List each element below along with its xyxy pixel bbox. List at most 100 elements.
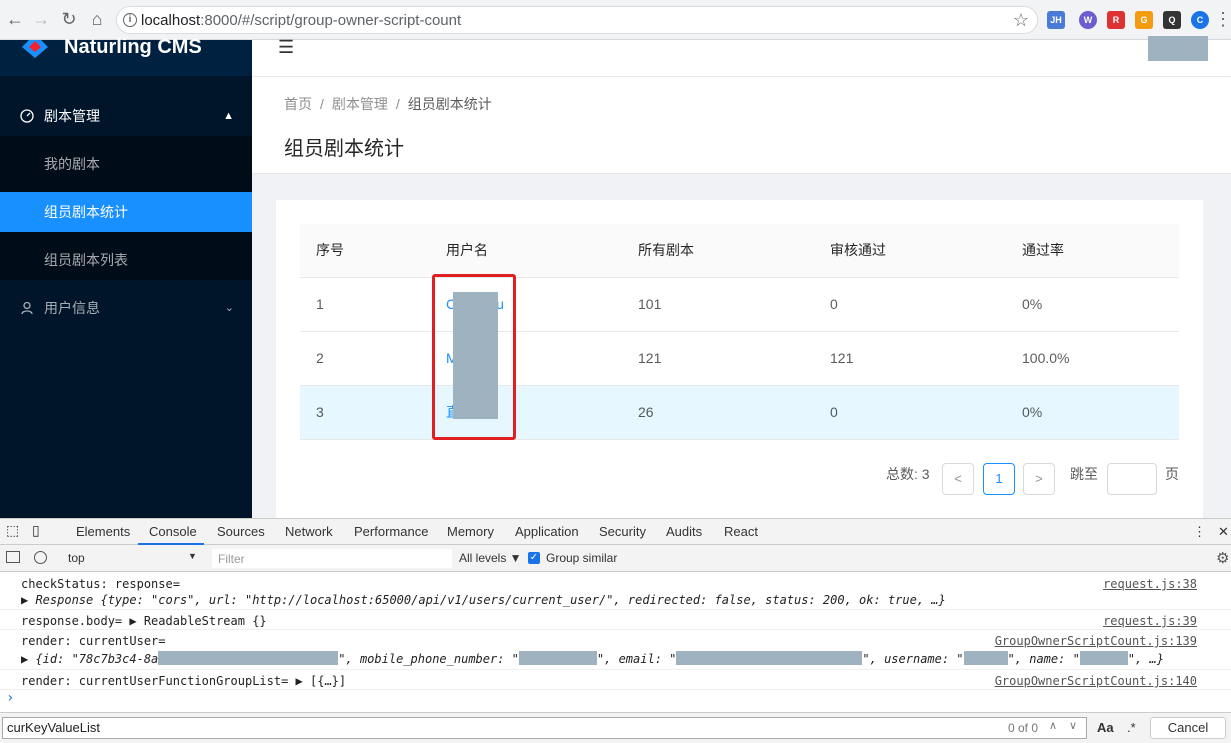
cancel-button[interactable]: Cancel: [1150, 717, 1226, 739]
total-label: 总数: 3: [886, 466, 930, 482]
console-output: checkStatus: response= request.js:38 ▶ R…: [0, 572, 1231, 712]
forward-icon[interactable]: →: [30, 8, 52, 30]
device-toggle-icon[interactable]: ▯: [32, 522, 40, 539]
avatar[interactable]: [1148, 36, 1208, 61]
jump-page-input[interactable]: [1107, 463, 1157, 495]
extension-r-icon[interactable]: R: [1107, 11, 1125, 29]
tab-react[interactable]: React: [724, 524, 758, 539]
column-header: 所有剧本: [622, 224, 814, 278]
tab-performance[interactable]: Performance: [354, 524, 428, 539]
top-header: ☰: [252, 36, 1231, 76]
pass-rate: 0%: [1006, 385, 1179, 440]
context-select[interactable]: top: [68, 551, 85, 565]
sidebar-toggle-icon[interactable]: [6, 551, 20, 563]
log-source-link[interactable]: request.js:39: [1103, 614, 1197, 628]
highlight-box: [432, 274, 516, 440]
breadcrumb-section[interactable]: 剧本管理: [332, 96, 388, 112]
page-title: 组员剧本统计: [284, 138, 404, 160]
page-unit-label: 页: [1165, 466, 1179, 482]
log-entry: render: currentUserFunctionGroupList= ▶ …: [0, 670, 1231, 690]
clear-console-icon[interactable]: [34, 551, 47, 564]
next-page-button[interactable]: >: [1023, 463, 1055, 495]
menu-dots-icon[interactable]: ⋮: [1212, 8, 1231, 30]
match-case-button[interactable]: Aa: [1097, 720, 1114, 735]
prev-page-button[interactable]: <: [942, 463, 974, 495]
logo-icon: [22, 40, 48, 58]
pass-rate: 0%: [1006, 277, 1179, 332]
sidebar-item-my-scripts[interactable]: 我的剧本: [0, 144, 252, 184]
browser-toolbar: ← → ↻ ⌂ i localhost:8000/#/script/group-…: [0, 0, 1231, 40]
sidebar-item-label: 我的剧本: [44, 156, 100, 172]
close-devtools-icon[interactable]: ✕: [1218, 524, 1229, 540]
address-bar[interactable]: i localhost:8000/#/script/group-owner-sc…: [116, 6, 1038, 34]
tab-sources[interactable]: Sources: [217, 524, 265, 539]
console-prompt[interactable]: ›: [6, 690, 14, 706]
log-object[interactable]: ▶ {id: "78c7b3c4-8a ", mobile_phone_numbe…: [21, 651, 1164, 666]
sidebar-item-group-script-count[interactable]: 组员剧本统计: [0, 192, 252, 232]
log-text: render: currentUser=: [21, 634, 166, 648]
info-icon[interactable]: i: [123, 13, 137, 27]
extension-w-icon[interactable]: W: [1079, 11, 1097, 29]
table-header-row: 序号 用户名 所有剧本 审核通过 通过率: [300, 224, 1179, 278]
row-number: 3: [300, 385, 430, 440]
reload-icon[interactable]: ↻: [58, 8, 80, 30]
breadcrumb: 首页 / 剧本管理 / 组员剧本统计: [284, 96, 492, 112]
column-header: 用户名: [430, 224, 622, 278]
log-text: response.body= ▶ ReadableStream {}: [21, 614, 267, 628]
log-entry: render: currentUser= GroupOwnerScriptCou…: [0, 630, 1231, 670]
breadcrumb-home[interactable]: 首页: [284, 96, 312, 112]
log-source-link[interactable]: GroupOwnerScriptCount.js:139: [995, 634, 1197, 648]
extension-qr-icon[interactable]: Q: [1163, 11, 1181, 29]
inspect-icon[interactable]: ⬚: [6, 522, 19, 539]
group-similar-checkbox[interactable]: ✓: [528, 552, 540, 564]
tab-memory[interactable]: Memory: [447, 524, 494, 539]
find-prev-icon[interactable]: ∧: [1049, 719, 1057, 732]
tab-application[interactable]: Application: [515, 524, 579, 539]
passed-scripts: 0: [814, 277, 1006, 332]
row-number: 2: [300, 331, 430, 386]
column-header: 审核通过: [814, 224, 1006, 278]
tab-security[interactable]: Security: [599, 524, 646, 539]
log-levels-select[interactable]: All levels ▼: [459, 551, 522, 565]
extension-c-icon[interactable]: C: [1191, 11, 1209, 29]
console-settings-icon[interactable]: ⚙: [1216, 549, 1229, 567]
page-1-button[interactable]: 1: [983, 463, 1015, 495]
group-similar-label: Group similar: [546, 551, 618, 565]
sidebar-item-script-management[interactable]: 剧本管理 ▲: [0, 96, 252, 136]
find-next-icon[interactable]: ∨: [1069, 719, 1077, 732]
chevron-down-icon: ▼: [188, 551, 197, 561]
row-number: 1: [300, 277, 430, 332]
regex-button[interactable]: .*: [1127, 720, 1136, 735]
sidebar: Naturling CMS 剧本管理 ▲ 我的剧本 组员剧本统计 组员剧本列表 …: [0, 36, 252, 518]
bookmark-star-icon[interactable]: ☆: [1013, 10, 1029, 31]
total-scripts: 121: [622, 331, 814, 386]
extension-jh-icon[interactable]: JH: [1047, 11, 1065, 29]
tab-audits[interactable]: Audits: [666, 524, 702, 539]
main-content: ☰ 首页 / 剧本管理 / 组员剧本统计 组员剧本统计 序号 用户名 所有剧本 审核通过…: [252, 36, 1231, 518]
home-icon[interactable]: ⌂: [86, 8, 108, 30]
find-input[interactable]: curKeyValueList: [2, 717, 1087, 739]
console-toolbar: top ▼ Filter All levels ▼ ✓ Group simila…: [0, 545, 1231, 572]
log-entry: checkStatus: response= request.js:38 ▶ R…: [0, 572, 1231, 610]
column-header: 序号: [300, 224, 430, 278]
tab-network[interactable]: Network: [285, 524, 333, 539]
sidebar-item-user-info[interactable]: 用户信息 ⌄: [0, 288, 252, 328]
logo-area: Naturling CMS: [0, 36, 252, 76]
console-filter-input[interactable]: Filter: [212, 549, 452, 568]
devtools-menu-icon[interactable]: ⋮: [1193, 524, 1206, 540]
back-icon[interactable]: ←: [4, 8, 26, 30]
log-object[interactable]: ▶ Response {type: "cors", url: "http://l…: [21, 593, 946, 607]
log-source-link[interactable]: request.js:38: [1103, 577, 1197, 591]
sidebar-item-group-script-list[interactable]: 组员剧本列表: [0, 240, 252, 280]
menu-fold-icon[interactable]: ☰: [278, 37, 294, 58]
total-scripts: 26: [622, 385, 814, 440]
table-card: 序号 用户名 所有剧本 审核通过 通过率 1 Cu 101 0 0% 2 M 1…: [276, 200, 1203, 518]
log-source-link[interactable]: GroupOwnerScriptCount.js:140: [995, 674, 1197, 688]
breadcrumb-current: 组员剧本统计: [407, 96, 492, 112]
tab-elements[interactable]: Elements: [76, 524, 130, 539]
extension-g-icon[interactable]: G: [1135, 11, 1153, 29]
find-bar: curKeyValueList 0 of 0 ∧ ∨ Aa .* Cancel: [0, 712, 1231, 743]
tab-console[interactable]: Console: [149, 524, 197, 539]
passed-scripts: 0: [814, 385, 1006, 440]
log-text: render: currentUserFunctionGroupList= ▶ …: [21, 674, 347, 688]
